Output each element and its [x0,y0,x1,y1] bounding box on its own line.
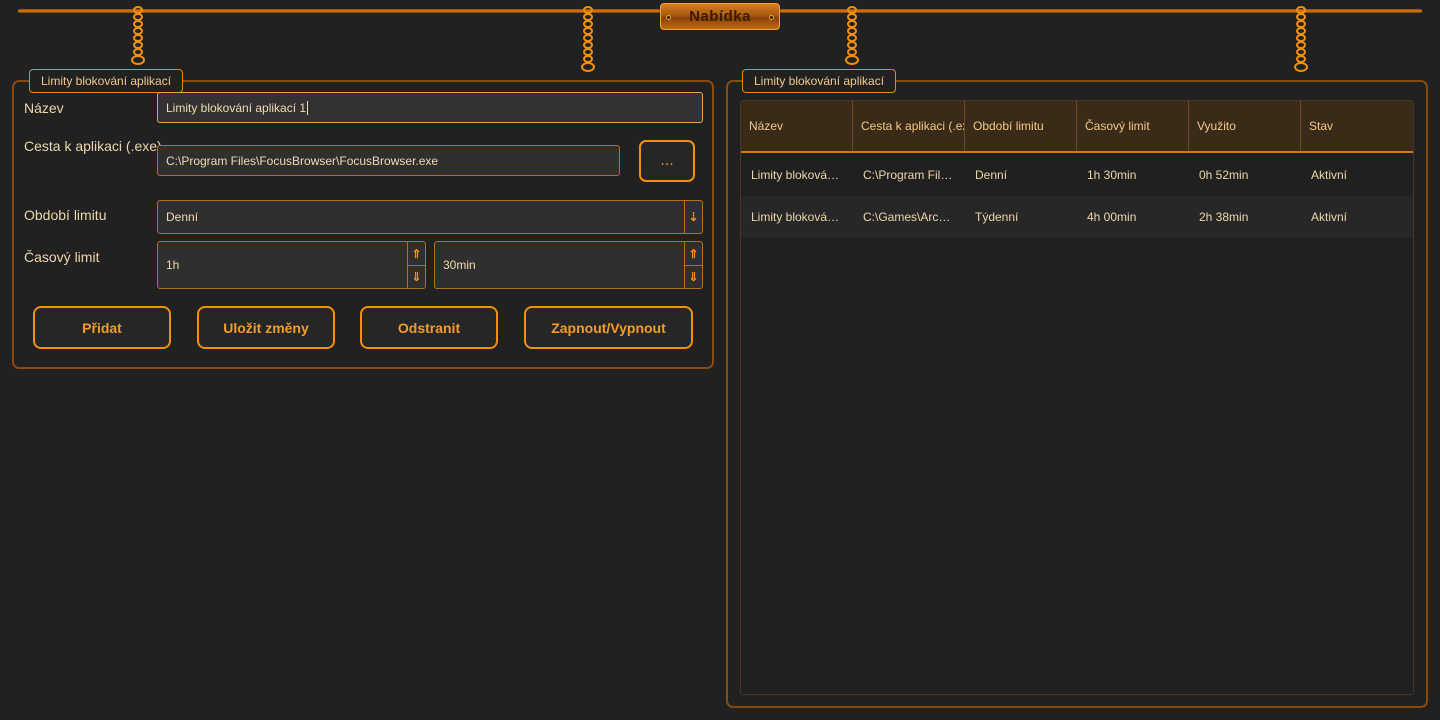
column-header-used[interactable]: Využito [1189,101,1301,151]
cell-name: Limity blokování aplikací 2 [751,210,843,224]
add-button[interactable]: Přidat [33,306,171,349]
menu-rail-left [18,9,660,13]
time-limit-label: Časový limit [24,249,100,265]
hours-spinner-value: 1h [166,258,180,272]
column-header-status[interactable]: Stav [1301,101,1413,151]
cell-period: Týdenní [975,210,1019,224]
chain-icon [1294,6,1308,72]
save-button[interactable]: Uložit změny [197,306,335,349]
double-up-arrow-icon[interactable]: ⇑ [407,242,425,266]
table-header: Název Cesta k aplikaci (.exe) Období lim… [741,101,1413,153]
toggle-button[interactable]: Zapnout/Vypnout [524,306,693,349]
remove-button[interactable]: Odstranit [360,306,498,349]
column-header-name[interactable]: Název [741,101,853,151]
double-down-arrow-icon[interactable]: ⇓ [407,266,425,288]
period-select-value: Denní [166,210,199,224]
column-header-path[interactable]: Cesta k aplikaci (.exe) [853,101,965,151]
name-label: Název [24,100,64,116]
chain-icon [581,6,595,72]
cell-name: Limity blokování aplikací 1 [751,168,843,182]
table-row[interactable]: Limity blokování aplikací 1 C:\Program F… [741,154,1413,196]
period-label: Období limitu [24,207,107,223]
cell-period: Denní [975,168,1008,182]
menu-rail-right [780,9,1422,13]
limits-table: Název Cesta k aplikaci (.exe) Období lim… [740,100,1414,695]
cell-path: C:\Program Files\FocusBrowser\FocusBrows… [863,168,955,182]
chain-icon [845,6,859,65]
browse-button[interactable]: ... [639,140,695,182]
table-row[interactable]: Limity blokování aplikací 2 C:\Games\Arc… [741,196,1413,238]
cell-time-limit: 1h 30min [1087,168,1137,182]
cell-status: Aktivní [1311,168,1348,182]
list-legend: Limity blokování aplikací [742,69,897,93]
text-caret [307,100,309,115]
menu-button[interactable]: Nabídka [660,3,780,30]
path-label: Cesta k aplikaci (.exe) [24,138,162,154]
column-header-period[interactable]: Období limitu [965,101,1077,151]
form-legend: Limity blokování aplikací [29,69,184,93]
period-select[interactable]: Denní ⇣ [157,200,703,234]
cell-status: Aktivní [1311,210,1348,224]
cell-path: C:\Games\Arcade\Arcade.exe [863,210,955,224]
path-input-value: C:\Program Files\FocusBrowser\FocusBrows… [166,153,439,168]
rivet-icon [666,15,671,20]
hours-spinner[interactable]: 1h ⇑ ⇓ [157,241,426,289]
minutes-spinner[interactable]: 30min ⇑ ⇓ [434,241,703,289]
minutes-spinner-value: 30min [443,258,476,272]
cell-time-limit: 4h 00min [1087,210,1137,224]
double-down-arrow-icon[interactable]: ⇓ [684,266,702,288]
name-input[interactable]: Limity blokování aplikací 1 [157,92,703,123]
down-arrow-icon[interactable]: ⇣ [684,201,702,233]
chain-icon [131,6,145,65]
path-input[interactable]: C:\Program Files\FocusBrowser\FocusBrows… [157,145,620,176]
column-header-time-limit[interactable]: Časový limit [1077,101,1189,151]
menu-button-label: Nabídka [689,8,751,25]
rivet-icon [769,15,774,20]
limits-list-panel: Limity blokování aplikací Název Cesta k … [726,69,1428,708]
name-input-value: Limity blokování aplikací 1 [166,100,307,115]
cell-used: 0h 52min [1199,168,1249,182]
limit-form-panel: Limity blokování aplikací Název Limity b… [12,69,714,369]
double-up-arrow-icon[interactable]: ⇑ [684,242,702,266]
cell-used: 2h 38min [1199,210,1249,224]
